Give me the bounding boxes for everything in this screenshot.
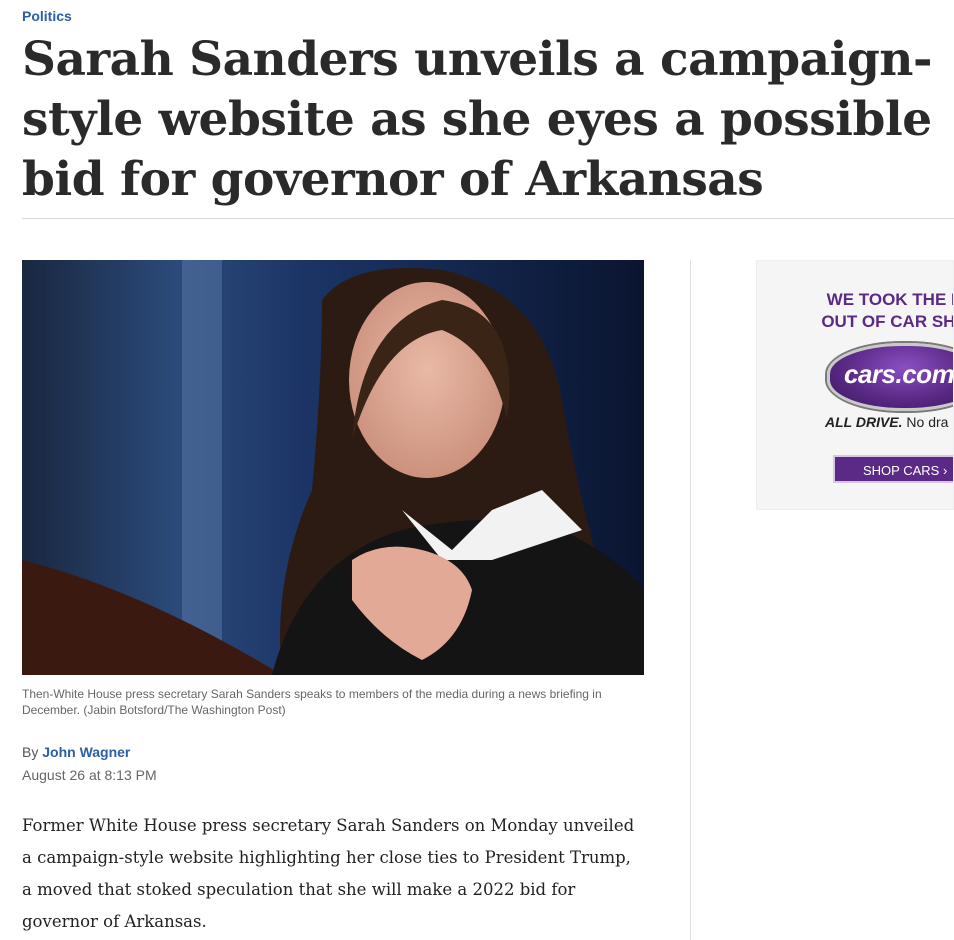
article-headline: Sarah Sanders unveils a campaign-style w… [22,32,932,207]
logo-text: cars.com [844,359,954,389]
photo-caption: Then-White House press secretary Sarah S… [22,687,602,717]
byline-prefix: By [22,744,39,760]
article-body-paragraph: Former White House press secretary Sarah… [22,816,635,931]
author-link[interactable]: John Wagner [42,744,130,760]
ad-tagline-strong: ALL DRIVE. [825,414,903,430]
byline: By John Wagner [22,744,130,760]
column-divider [690,260,691,940]
cars-logo: cars.com [827,343,954,411]
ad-tagline: ALL DRIVE. No dra [825,414,948,430]
section-link[interactable]: Politics [22,8,72,24]
article-photo[interactable] [22,260,644,675]
cars-advertisement[interactable]: WE TOOK THE D OUT OF CAR SHO cars.com AL… [756,260,954,510]
header-divider [22,218,954,219]
publish-date: August 26 at 8:13 PM [22,767,157,783]
ad-tagline-rest: No dra [906,414,949,430]
shop-cars-button[interactable]: SHOP CARS › [833,455,953,483]
press-briefing-image [22,260,644,675]
ad-headline: WE TOOK THE D OUT OF CAR SHO [821,290,953,331]
